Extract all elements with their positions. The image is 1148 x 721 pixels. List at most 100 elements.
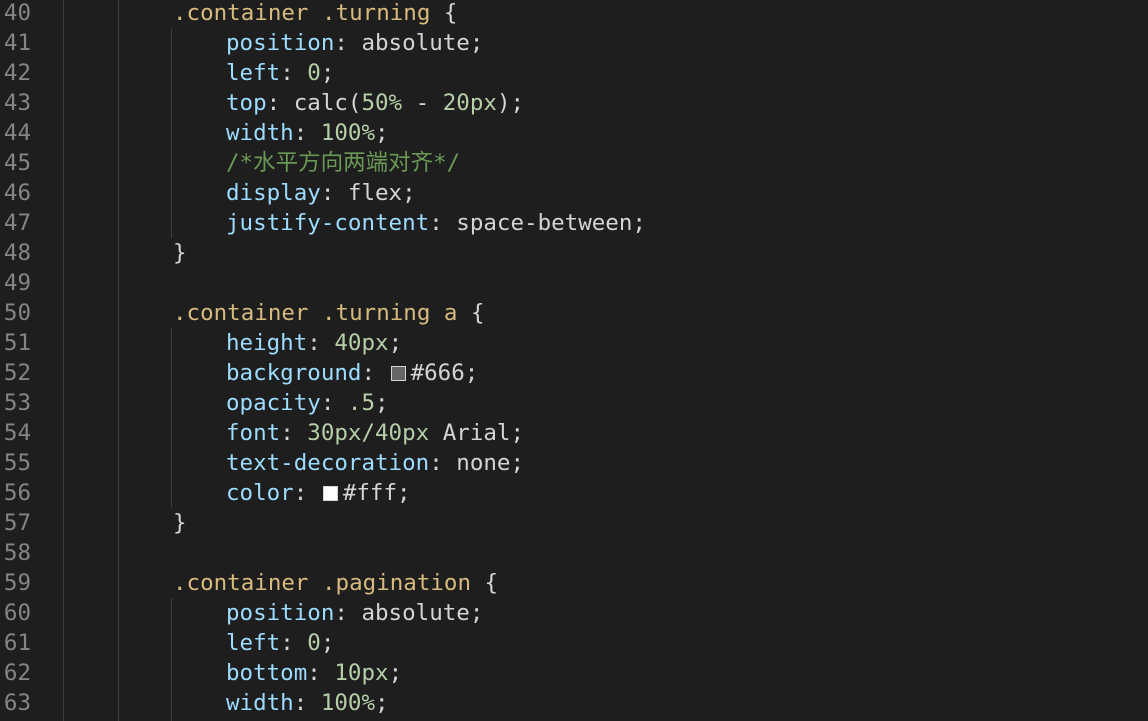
code-text[interactable]: width: 100%; [226, 118, 389, 148]
line-number: 46 [3, 180, 31, 206]
code-line[interactable]: 44 width: 100%; [0, 118, 1148, 148]
code-line[interactable]: 63 width: 100%; [0, 688, 1148, 718]
token-text: : [280, 420, 308, 446]
token-text: : absolute; [334, 30, 484, 56]
token-text: : absolute; [334, 600, 484, 626]
token-selector: .container .turning a [173, 300, 458, 326]
token-selector: .container .pagination [173, 570, 472, 596]
code-text[interactable]: left: 0; [226, 628, 334, 658]
code-line[interactable]: 40 .container .turning { [0, 0, 1148, 28]
code-line[interactable]: 57} [0, 508, 1148, 538]
token-text: ; [375, 120, 389, 146]
code-line[interactable]: 43 top: calc(50% - 20px); [0, 88, 1148, 118]
line-number: 56 [3, 480, 31, 506]
code-text[interactable]: height: 40px; [226, 328, 402, 358]
token-num: .5 [347, 390, 376, 416]
line-number: 57 [3, 510, 31, 536]
code-line[interactable]: 42 left: 0; [0, 58, 1148, 88]
code-line[interactable]: 46 display: flex; [0, 178, 1148, 208]
token-text: ; [388, 660, 403, 686]
line-number: 62 [3, 660, 31, 686]
line-number: 40 [3, 0, 31, 26]
code-line[interactable]: 58 [0, 538, 1148, 568]
token-text: : [280, 60, 308, 86]
code-lines[interactable]: 40 .container .turning {41 position: absol… [0, 0, 1148, 718]
token-prop: background [226, 360, 362, 386]
code-text[interactable]: text-decoration: none; [226, 448, 524, 478]
code-line[interactable]: 56 color: #fff; [0, 478, 1148, 508]
token-text: : [293, 690, 321, 716]
code-text[interactable]: position: absolute; [226, 598, 483, 628]
line-number: 47 [3, 210, 31, 236]
code-line[interactable]: 60 position: absolute; [0, 598, 1148, 628]
token-prop: opacity [226, 390, 321, 416]
color-swatch[interactable] [322, 486, 338, 501]
token-prop: bottom [226, 660, 308, 686]
code-text[interactable]: justify-content: space-between; [226, 208, 646, 238]
color-swatch[interactable] [390, 366, 406, 381]
line-number: 58 [3, 540, 31, 566]
token-num: 100% [320, 690, 376, 716]
token-text: : none; [429, 450, 525, 476]
code-text[interactable]: } [173, 508, 187, 538]
line-number: 50 [3, 300, 31, 326]
line-number: 43 [3, 90, 31, 116]
code-text[interactable]: left: 0; [226, 58, 334, 88]
token-text: { [471, 570, 499, 596]
code-line[interactable]: 53 opacity: .5; [0, 388, 1148, 418]
line-number: 44 [3, 120, 31, 146]
code-line[interactable]: 49 [0, 268, 1148, 298]
code-text[interactable]: width: 100%; [226, 688, 389, 718]
code-line[interactable]: 48} [0, 238, 1148, 268]
code-line[interactable]: 50 .container .turning a { [0, 298, 1148, 328]
token-prop: position [226, 600, 335, 626]
token-prop: text-decoration [226, 450, 430, 476]
line-number: 60 [3, 600, 31, 626]
code-text[interactable]: opacity: .5; [226, 388, 389, 418]
code-line[interactable]: 47 justify-content: space-between; [0, 208, 1148, 238]
line-number: 42 [3, 60, 31, 86]
token-prop: color [226, 480, 294, 506]
token-prop: left [226, 60, 281, 86]
code-text[interactable]: .container .turning { [173, 0, 457, 28]
token-text: : [293, 480, 321, 506]
token-prop: left [226, 630, 281, 656]
code-line[interactable]: 55 text-decoration: none; [0, 448, 1148, 478]
code-line[interactable]: 61 left: 0; [0, 628, 1148, 658]
code-line[interactable]: 52 background: #666; [0, 358, 1148, 388]
token-prop: font [226, 420, 281, 446]
line-number: 63 [3, 690, 31, 716]
line-number: 54 [3, 420, 31, 446]
token-comment: /*水平方向两端对齐*/ [226, 150, 461, 176]
code-text[interactable]: display: flex; [226, 178, 416, 208]
code-text[interactable]: top: calc(50% - 20px); [226, 88, 524, 118]
code-line[interactable]: 51 height: 40px; [0, 328, 1148, 358]
code-line[interactable]: 54 font: 30px/40px Arial; [0, 418, 1148, 448]
token-text: #666; [410, 360, 479, 386]
token-num: 10px [334, 660, 389, 686]
token-text: ); [496, 90, 525, 116]
code-text[interactable]: bottom: 10px; [226, 658, 402, 688]
line-number: 41 [3, 30, 31, 56]
code-line[interactable]: 41 position: absolute; [0, 28, 1148, 58]
token-text: : [280, 630, 308, 656]
line-number: 52 [3, 360, 31, 386]
code-text[interactable]: } [173, 238, 187, 268]
token-text: : space-between; [429, 210, 646, 236]
code-line[interactable]: 45 /*水平方向两端对齐*/ [0, 148, 1148, 178]
code-text[interactable]: color: #fff; [226, 478, 411, 508]
code-text[interactable]: background: #666; [226, 358, 478, 388]
code-text[interactable]: /*水平方向两端对齐*/ [226, 148, 460, 178]
code-text[interactable]: .container .pagination { [173, 568, 498, 598]
code-line[interactable]: 62 bottom: 10px; [0, 658, 1148, 688]
code-line[interactable]: 59 .container .pagination { [0, 568, 1148, 598]
token-text: } [173, 240, 187, 266]
code-editor[interactable]: 40 .container .turning {41 position: absol… [0, 0, 1148, 721]
code-text[interactable]: .container .turning a { [173, 298, 485, 328]
code-text[interactable]: position: absolute; [226, 28, 483, 58]
token-prop: width [226, 690, 294, 716]
code-text[interactable]: font: 30px/40px Arial; [226, 418, 524, 448]
token-prop: top [226, 90, 267, 116]
token-text: : [307, 330, 335, 356]
line-number: 49 [3, 270, 31, 296]
